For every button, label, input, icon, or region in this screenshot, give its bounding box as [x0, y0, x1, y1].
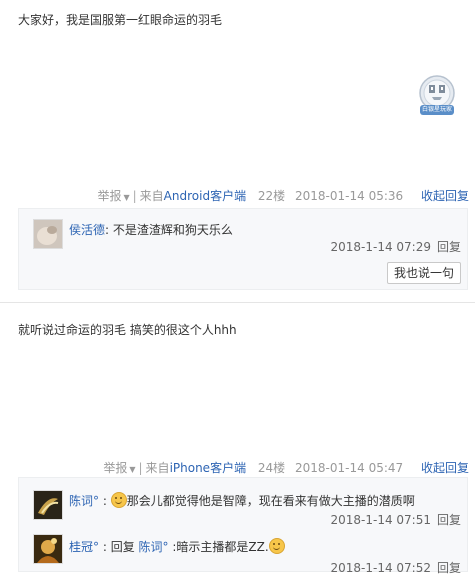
- client-link[interactable]: Android客户端: [164, 189, 246, 203]
- fold-replies-link[interactable]: 收起回复: [421, 461, 469, 475]
- reply-link[interactable]: 回复: [437, 513, 461, 527]
- reply-prefix: 回复: [110, 540, 135, 554]
- floor-number: 22楼: [257, 189, 286, 203]
- comment-text: 不是渣渣辉和狗天乐么: [112, 223, 233, 237]
- avatar[interactable]: [33, 219, 63, 249]
- report-link[interactable]: 举报 ▼: [103, 461, 135, 475]
- post-floor-24: 就听说过命运的羽毛 搞笑的很这个人hhh 举报 ▼ | 来自iPhone客户端 24楼…: [0, 303, 475, 575]
- post-content: 就听说过命运的羽毛 搞笑的很这个人hhh: [18, 323, 237, 337]
- reply-link[interactable]: 回复: [437, 240, 461, 254]
- comment-author[interactable]: 陈词°: [69, 494, 99, 508]
- avatar[interactable]: [33, 534, 63, 564]
- comment-time: 2018-1-14 07:52: [330, 561, 431, 575]
- reply-target[interactable]: 陈词°: [139, 540, 169, 554]
- comment-text: 暗示主播都是ZZ.: [176, 540, 269, 554]
- floor-number: 24楼: [257, 461, 286, 475]
- fold-replies-link[interactable]: 收起回复: [421, 189, 469, 203]
- reply-link[interactable]: 回复: [437, 561, 461, 575]
- post-content: 大家好，我是国服第一红眼命运的羽毛: [18, 13, 223, 27]
- report-link[interactable]: 举报 ▼: [97, 189, 129, 203]
- comment-time: 2018-1-14 07:51: [330, 513, 431, 527]
- comment-time: 2018-1-14 07:29: [330, 240, 431, 254]
- comment-list: 侯活德: 不是渣渣辉和狗天乐么 2018-1-14 07:29 回复 我也说一句: [18, 208, 468, 290]
- comment-text: 那会儿都觉得他是智障，现在看来有做大主播的潜质啊: [126, 494, 415, 508]
- post-tail: 举报 ▼ | 来自iPhone客户端 24楼 2018-01-14 05:47 收起回…: [103, 461, 469, 475]
- post-tail: 举报 ▼ | 来自Android客户端 22楼 2018-01-14 05:36 收起…: [97, 189, 469, 203]
- smiley-emoji-icon: [110, 492, 127, 508]
- comment-author[interactable]: 桂冠°: [69, 540, 99, 554]
- badge-label: 白银星玩家: [421, 106, 452, 113]
- post-date: 2018-01-14 05:36: [295, 189, 404, 203]
- post-date: 2018-01-14 05:47: [295, 461, 404, 475]
- say-something-button[interactable]: 我也说一句: [387, 262, 461, 284]
- smiley-emoji-icon: [268, 538, 285, 554]
- comment-list: 陈词° : 那会儿都觉得他是智障，现在看来有做大主播的潜质啊 2018-1-14…: [18, 477, 468, 575]
- avatar[interactable]: [33, 490, 63, 520]
- comment-author[interactable]: 侯活德: [69, 223, 105, 237]
- client-link[interactable]: iPhone客户端: [170, 461, 247, 475]
- post-floor-22: 大家好，我是国服第一红眼命运的羽毛 白银星玩家 举报 ▼ | 来自Android客户端…: [0, 0, 475, 300]
- player-badge-icon: 白银星玩家: [416, 74, 458, 120]
